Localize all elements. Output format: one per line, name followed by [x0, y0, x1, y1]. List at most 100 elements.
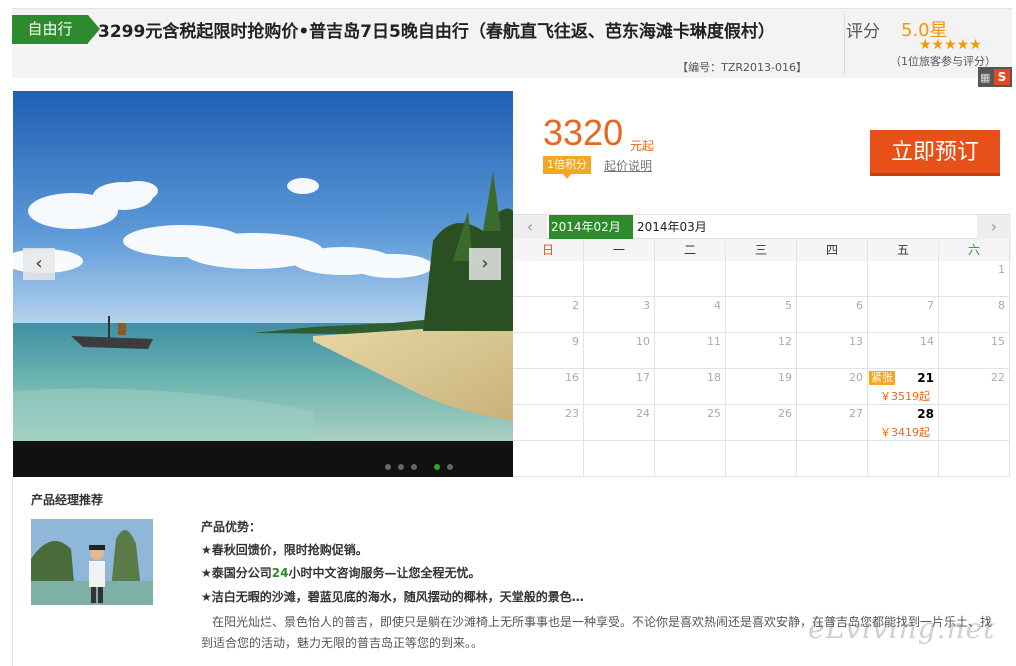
day-number: 6: [856, 299, 863, 312]
advantage-text: ★泰国分公司: [201, 566, 272, 580]
rating-stars-icon: ★★★★★: [919, 37, 982, 53]
calendar-day-cell[interactable]: ￥3419起 28: [868, 405, 939, 441]
calendar-day-cell: 18: [655, 369, 726, 405]
day-number: 17: [636, 371, 650, 384]
weekday-label: 六: [939, 239, 1010, 261]
day-number: 13: [849, 335, 863, 348]
slider-dot[interactable]: [398, 464, 404, 470]
calendar-day-cell: 12: [726, 333, 797, 369]
advantage-item: ★春秋回馈价，限时抢购促销。: [201, 541, 368, 558]
calendar-day-cell: [584, 441, 655, 477]
site-watermark: eLviving.net: [808, 612, 996, 645]
book-now-button[interactable]: 立即预订: [870, 130, 1000, 176]
day-number: 8: [998, 299, 1005, 312]
calendar-day-cell: 1: [939, 261, 1010, 297]
calendar-day-cell: 24: [584, 405, 655, 441]
weekday-label: 二: [655, 239, 726, 261]
calendar-prev-button[interactable]: ‹: [513, 215, 547, 239]
share-s-icon: S: [994, 69, 1010, 85]
slider-dot[interactable]: [447, 464, 453, 470]
availability-tag: 紧张: [869, 371, 895, 385]
day-number: 10: [636, 335, 650, 348]
day-number: 16: [565, 371, 579, 384]
day-number: 23: [565, 407, 579, 420]
product-header: 自由行 3299元含税起限时抢购价•普吉岛7日5晚自由行（春航直飞往返、芭东海滩…: [12, 8, 1012, 87]
advantage-highlight: 24: [271, 566, 289, 580]
day-number: 28: [917, 407, 934, 421]
points-badge: 1倍积分: [543, 156, 591, 179]
calendar-grid: 1 2 3 4 5 6 7 8 9 10 11 12 13 14 15 16 17 18 19 20 紧张 ￥3519起 2…: [513, 261, 1011, 477]
calendar-day-cell: [868, 261, 939, 297]
slider-dot[interactable]: [434, 464, 440, 470]
calendar-day-cell: 16: [513, 369, 584, 405]
day-number: 7: [927, 299, 934, 312]
day-number: 22: [991, 371, 1005, 384]
calendar-day-cell: 15: [939, 333, 1010, 369]
departure-calendar: ‹ 2014年02月 2014年03月 › 日一二三四五六 1234567891…: [513, 214, 1011, 477]
day-number: 4: [714, 299, 721, 312]
calendar-day-cell: 13: [797, 333, 868, 369]
calendar-day-cell: [726, 441, 797, 477]
calendar-day-cell: 23: [513, 405, 584, 441]
calendar-day-cell: 27: [797, 405, 868, 441]
calendar-day-cell: 2: [513, 297, 584, 333]
weekday-label: 五: [868, 239, 939, 261]
beach-photo: [13, 91, 513, 441]
calendar-day-cell: [797, 261, 868, 297]
slider-next-button[interactable]: ›: [469, 248, 501, 280]
slider-dot[interactable]: [411, 464, 417, 470]
calendar-day-cell[interactable]: 紧张 ￥3519起 21: [868, 369, 939, 405]
calendar-day-cell: 3: [584, 297, 655, 333]
slider-prev-button[interactable]: ‹: [23, 248, 55, 280]
advantage-item: ★洁白无暇的沙滩，碧蓝见底的海水，随风摆动的椰林，天堂般的景色…: [201, 588, 584, 605]
day-number: 24: [636, 407, 650, 420]
calendar-day-cell: 11: [655, 333, 726, 369]
calendar-day-cell: 25: [655, 405, 726, 441]
share-widget[interactable]: ▦ S: [978, 67, 1012, 87]
price-panel: 3320 元起 1倍积分 起价说明 立即预订: [513, 91, 1011, 214]
grid-icon: ▦: [980, 71, 991, 84]
calendar-day-cell: 14: [868, 333, 939, 369]
month-tab-next[interactable]: 2014年03月: [635, 215, 715, 239]
calendar-next-button[interactable]: ›: [977, 215, 1011, 239]
day-number: 12: [778, 335, 792, 348]
day-price: ￥3419起: [880, 426, 930, 439]
day-number: 26: [778, 407, 792, 420]
advantage-text: ★洁白无暇的沙滩，碧蓝见底的海水，随风摆动的椰林，天堂般的景色…: [201, 590, 584, 604]
manager-photo: [31, 519, 153, 605]
calendar-day-cell: 10: [584, 333, 655, 369]
day-number: 21: [917, 371, 934, 385]
category-tag: 自由行: [12, 15, 100, 44]
day-number: 14: [920, 335, 934, 348]
day-number: 2: [572, 299, 579, 312]
calendar-day-cell: 7: [868, 297, 939, 333]
advantage-item: ★泰国分公司24小时中文咨询服务—让您全程无忧。: [201, 564, 480, 581]
calendar-day-cell: [797, 441, 868, 477]
calendar-day-cell: [726, 261, 797, 297]
calendar-day-cell: 5: [726, 297, 797, 333]
calendar-day-cell: [655, 441, 726, 477]
calendar-day-cell: [655, 261, 726, 297]
day-number: 18: [707, 371, 721, 384]
day-number: 20: [849, 371, 863, 384]
calendar-day-cell: 26: [726, 405, 797, 441]
day-number: 3: [643, 299, 650, 312]
price-amount: 3320: [543, 112, 624, 153]
day-number: 15: [991, 335, 1005, 348]
calendar-day-cell: 9: [513, 333, 584, 369]
advantage-text: ★春秋回馈价，限时抢购促销。: [201, 543, 368, 557]
slider-dot[interactable]: [385, 464, 391, 470]
calendar-day-cell: 17: [584, 369, 655, 405]
recommendation-title: 产品经理推荐: [31, 493, 104, 507]
product-title: 3299元含税起限时抢购价•普吉岛7日5晚自由行（春航直飞往返、芭东海滩卡琳度假…: [98, 22, 775, 42]
day-number: 1: [998, 263, 1005, 276]
advantages-title: 产品优势：: [201, 520, 262, 534]
calendar-day-cell: [868, 441, 939, 477]
product-code: 【编号：TZR2013-016】: [677, 61, 807, 74]
day-price: ￥3519起: [880, 390, 930, 403]
calendar-day-cell: 20: [797, 369, 868, 405]
calendar-day-cell: 19: [726, 369, 797, 405]
price-note-link[interactable]: 起价说明: [604, 157, 652, 174]
day-number: 19: [778, 371, 792, 384]
month-tab-active[interactable]: 2014年02月: [549, 215, 633, 239]
